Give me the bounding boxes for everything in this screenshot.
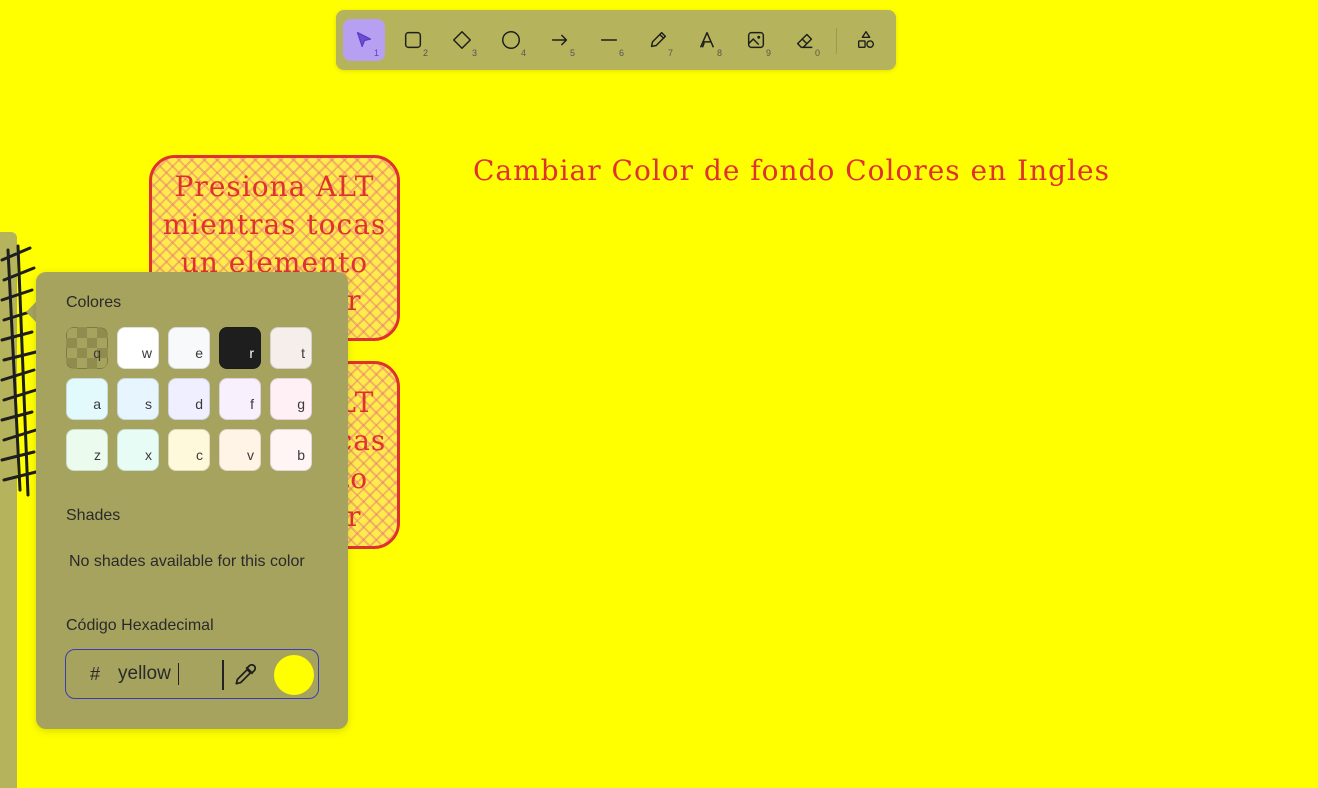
text-tool-button[interactable]: 8	[686, 19, 728, 61]
tool-shortcut-key: 6	[618, 48, 624, 58]
swatch-key: b	[297, 447, 305, 463]
swatch-key: a	[93, 396, 101, 412]
toolbar-divider	[836, 28, 837, 54]
swatch-white[interactable]: w	[117, 327, 159, 369]
colors-section-label: Colores	[66, 294, 122, 311]
tool-shortcut-key: 5	[569, 48, 575, 58]
swatch-black[interactable]: r	[219, 327, 261, 369]
diamond-tool-button[interactable]: 3	[441, 19, 483, 61]
shades-section-label: Shades	[66, 507, 121, 524]
swatch-key: c	[196, 447, 203, 463]
tool-shortcut-key: 0	[814, 48, 820, 58]
diamond-icon	[453, 31, 471, 49]
draw-tool-button[interactable]: 7	[637, 19, 679, 61]
swatch-key: v	[247, 447, 254, 463]
swatch-red[interactable]: b	[270, 429, 312, 471]
swatch-yellow[interactable]: c	[168, 429, 210, 471]
swatch-teal[interactable]: x	[117, 429, 159, 471]
swatch-green[interactable]: z	[66, 429, 108, 471]
hex-divider	[222, 660, 224, 690]
swatch-key: d	[195, 396, 203, 412]
swatch-sand[interactable]: t	[270, 327, 312, 369]
selection-tool-button[interactable]: 1	[343, 19, 385, 61]
swatch-pink[interactable]: g	[270, 378, 312, 420]
more-shapes-button[interactable]	[845, 19, 887, 61]
scribble-drawing[interactable]	[0, 240, 40, 500]
eyedropper-icon[interactable]	[232, 662, 258, 688]
swatch-key: x	[145, 447, 152, 463]
hex-code-label: Código Hexadecimal	[66, 617, 214, 634]
swatch-grape[interactable]: f	[219, 378, 261, 420]
main-toolbar: 1 2 3 4 5 6 7 8 9 0	[336, 10, 896, 70]
swatch-key: g	[297, 396, 305, 412]
image-icon	[747, 31, 765, 49]
note-line: Presiona ALT	[174, 170, 375, 203]
text-icon	[699, 31, 715, 48]
swatch-key: f	[250, 396, 254, 412]
eraser-icon	[796, 33, 813, 49]
swatch-orange[interactable]: v	[219, 429, 261, 471]
swatch-key: t	[301, 345, 305, 361]
swatch-key: r	[249, 345, 254, 361]
swatch-violet[interactable]: d	[168, 378, 210, 420]
color-picker-popover: Colores q w e r t a s d f g z x c v b Sh…	[36, 272, 348, 729]
cursor-icon	[356, 31, 372, 48]
note-line: mientras tocas	[162, 208, 387, 241]
hex-input-group: #	[65, 649, 319, 699]
color-preview-circle[interactable]	[274, 655, 314, 695]
tool-shortcut-key: 8	[716, 48, 722, 58]
swatch-cyan[interactable]: a	[66, 378, 108, 420]
eraser-tool-button[interactable]: 0	[784, 19, 826, 61]
ellipse-icon	[502, 31, 520, 49]
arrow-icon	[551, 34, 568, 46]
line-icon	[600, 39, 618, 41]
tool-shortcut-key: 9	[765, 48, 771, 58]
tool-shortcut-key: 3	[471, 48, 477, 58]
swatch-key: z	[94, 447, 101, 463]
tool-shortcut-key: 7	[667, 48, 673, 58]
swatch-key: e	[195, 345, 203, 361]
shades-empty-message: No shades available for this color	[69, 553, 305, 570]
swatch-key: s	[145, 396, 152, 412]
ellipse-tool-button[interactable]: 4	[490, 19, 532, 61]
line-tool-button[interactable]: 6	[588, 19, 630, 61]
swatch-transparent[interactable]: q	[66, 327, 108, 369]
shapes-icon	[857, 31, 875, 49]
swatch-blue[interactable]: s	[117, 378, 159, 420]
tool-shortcut-key: 4	[520, 48, 526, 58]
tool-shortcut-key: 2	[422, 48, 428, 58]
swatch-key: w	[141, 345, 152, 361]
pencil-icon	[650, 31, 667, 48]
text-caret	[178, 663, 179, 685]
image-tool-button[interactable]: 9	[735, 19, 777, 61]
rectangle-icon	[404, 31, 422, 49]
swatch-key: q	[93, 345, 101, 361]
arrow-tool-button[interactable]: 5	[539, 19, 581, 61]
tool-shortcut-key: 1	[373, 48, 379, 58]
swatch-light-gray[interactable]: e	[168, 327, 210, 369]
canvas-title-text[interactable]: Cambiar Color de fondo Colores en Ingles	[473, 154, 1110, 187]
hex-color-input[interactable]	[118, 660, 216, 688]
rectangle-tool-button[interactable]: 2	[392, 19, 434, 61]
hash-prefix: #	[90, 664, 101, 684]
